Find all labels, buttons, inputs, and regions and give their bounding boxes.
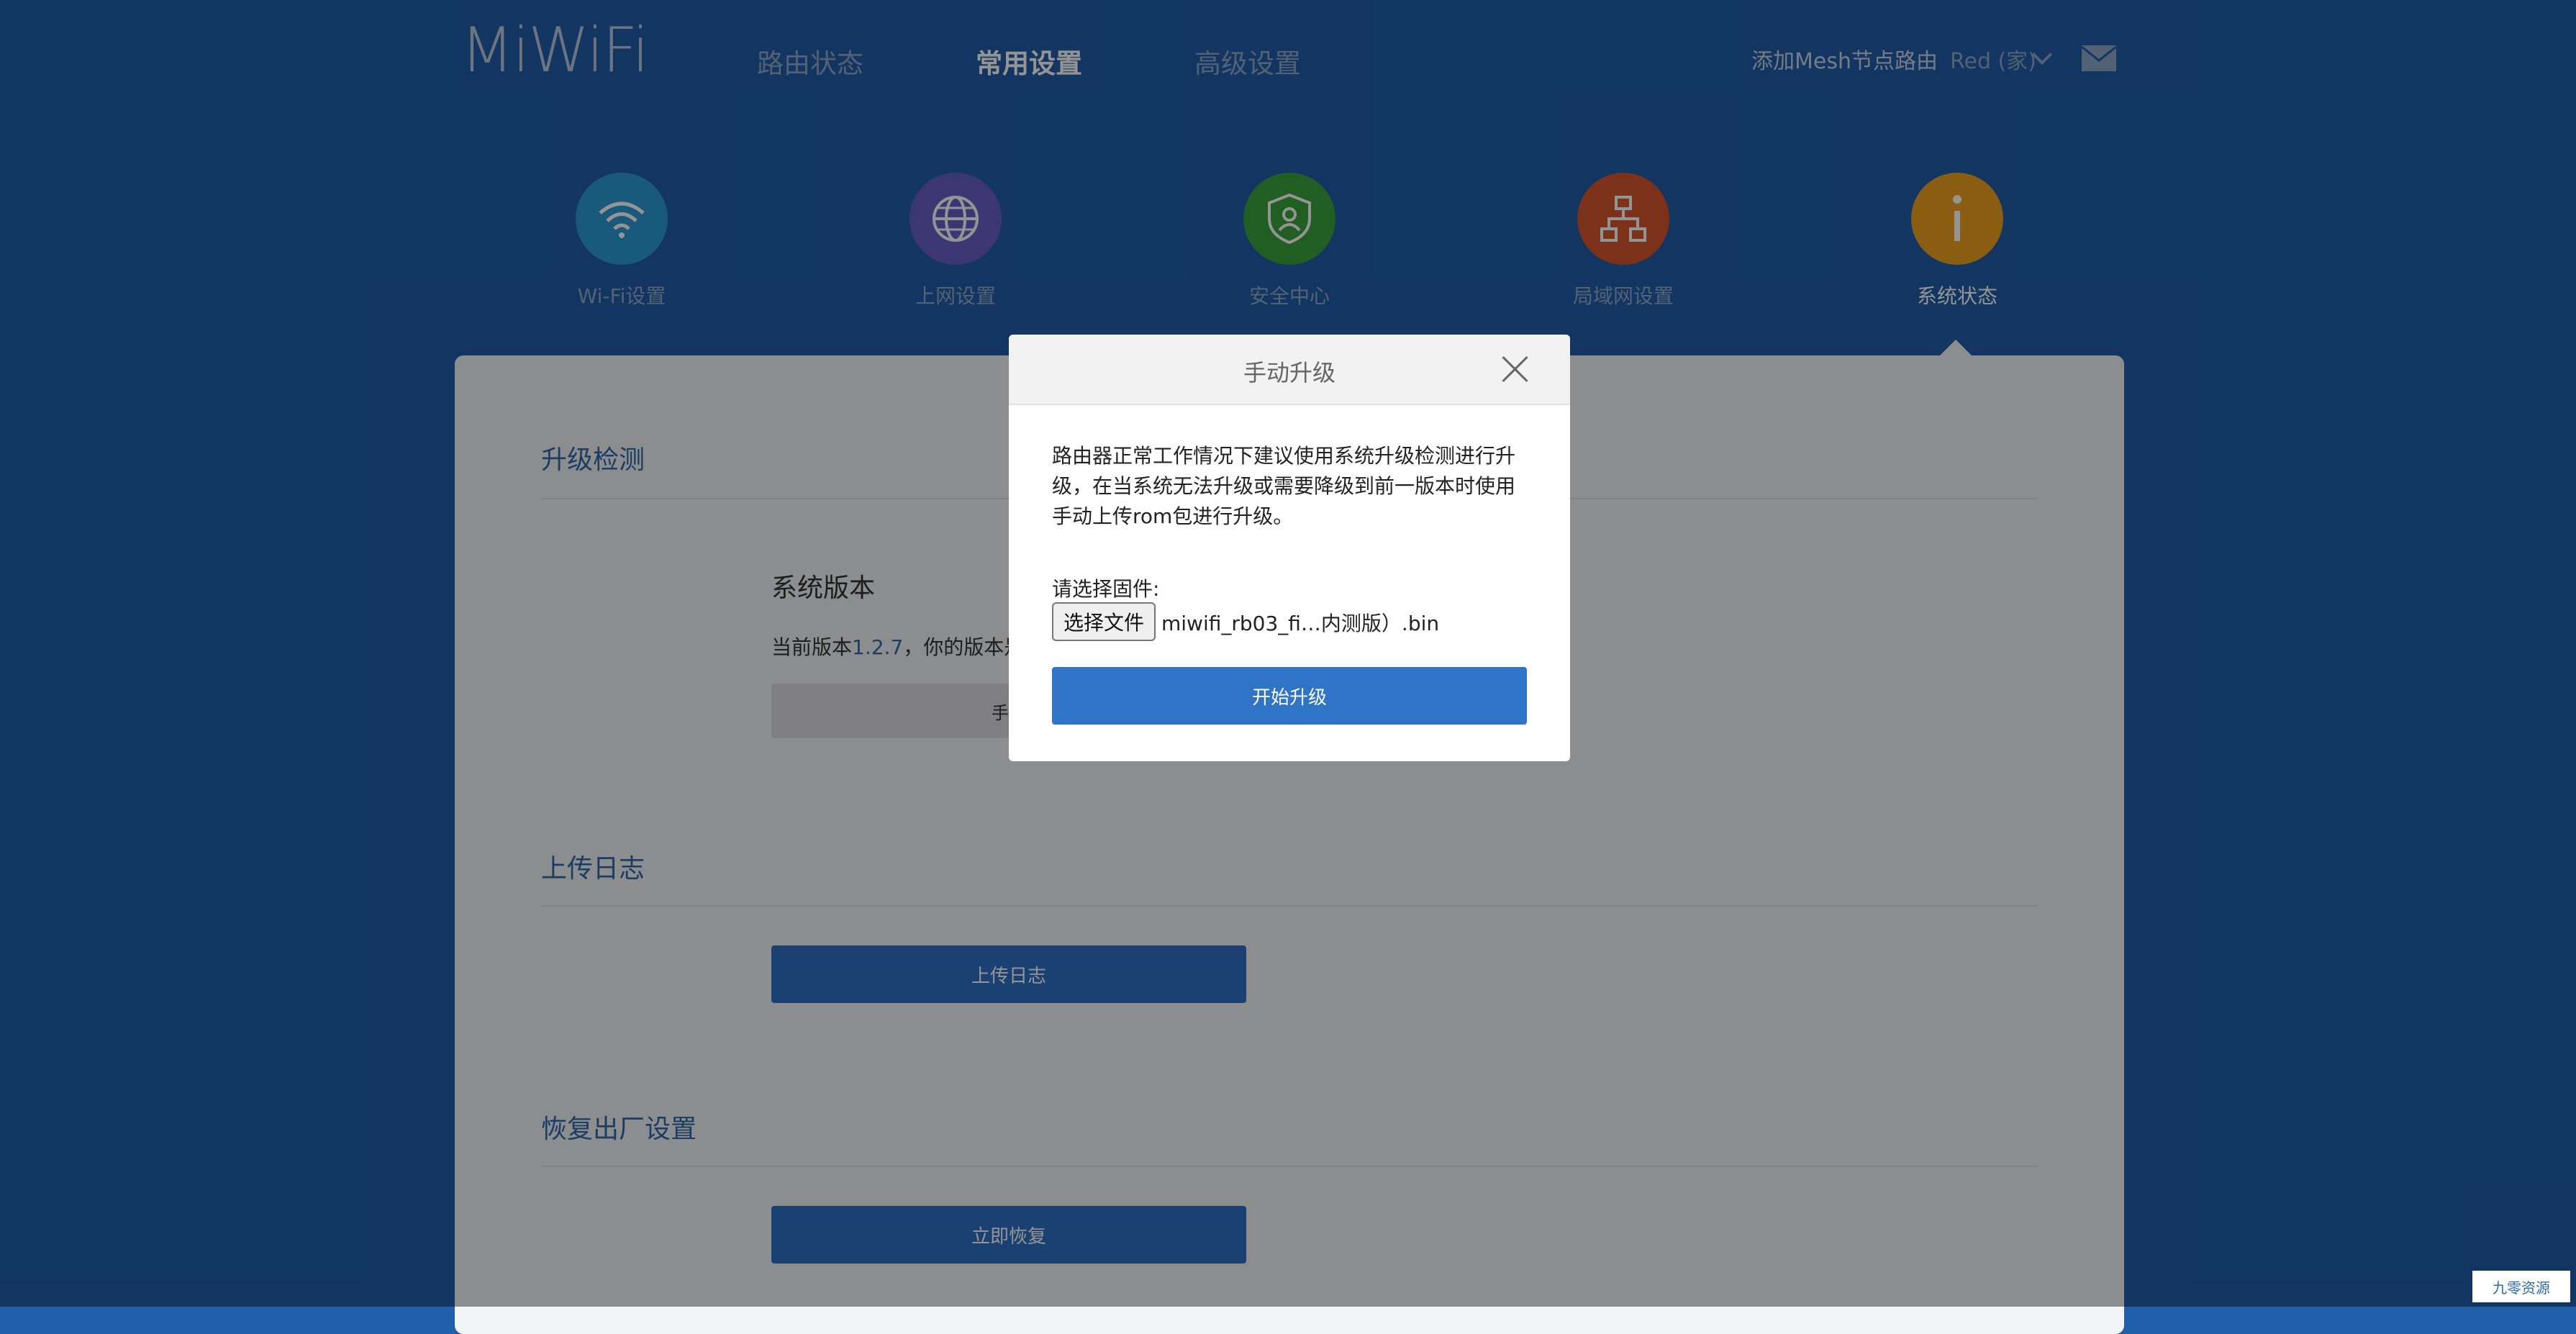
firmware-label: 请选择固件:	[1052, 577, 1160, 601]
dialog-description: 路由器正常工作情况下建议使用系统升级检测进行升级，在当系统无法升级或需要降级到前…	[1052, 444, 1516, 528]
dialog-title: 手动升级	[1243, 359, 1335, 386]
manual-upgrade-dialog: 手动升级 路由器正常工作情况下建议使用系统升级检测进行升级，在当系统无法升级或需…	[1009, 335, 1570, 761]
selected-file-name: miwifi_rb03_fi…内测版）.bin	[1161, 612, 1440, 635]
start-upgrade-button[interactable]: 开始升级	[1052, 667, 1527, 725]
dialog-header: 手动升级	[1009, 335, 1570, 405]
close-icon[interactable]	[1501, 355, 1530, 384]
site-watermark-logo: 九零资源	[2472, 1271, 2570, 1302]
choose-file-button[interactable]: 选择文件	[1052, 602, 1156, 641]
